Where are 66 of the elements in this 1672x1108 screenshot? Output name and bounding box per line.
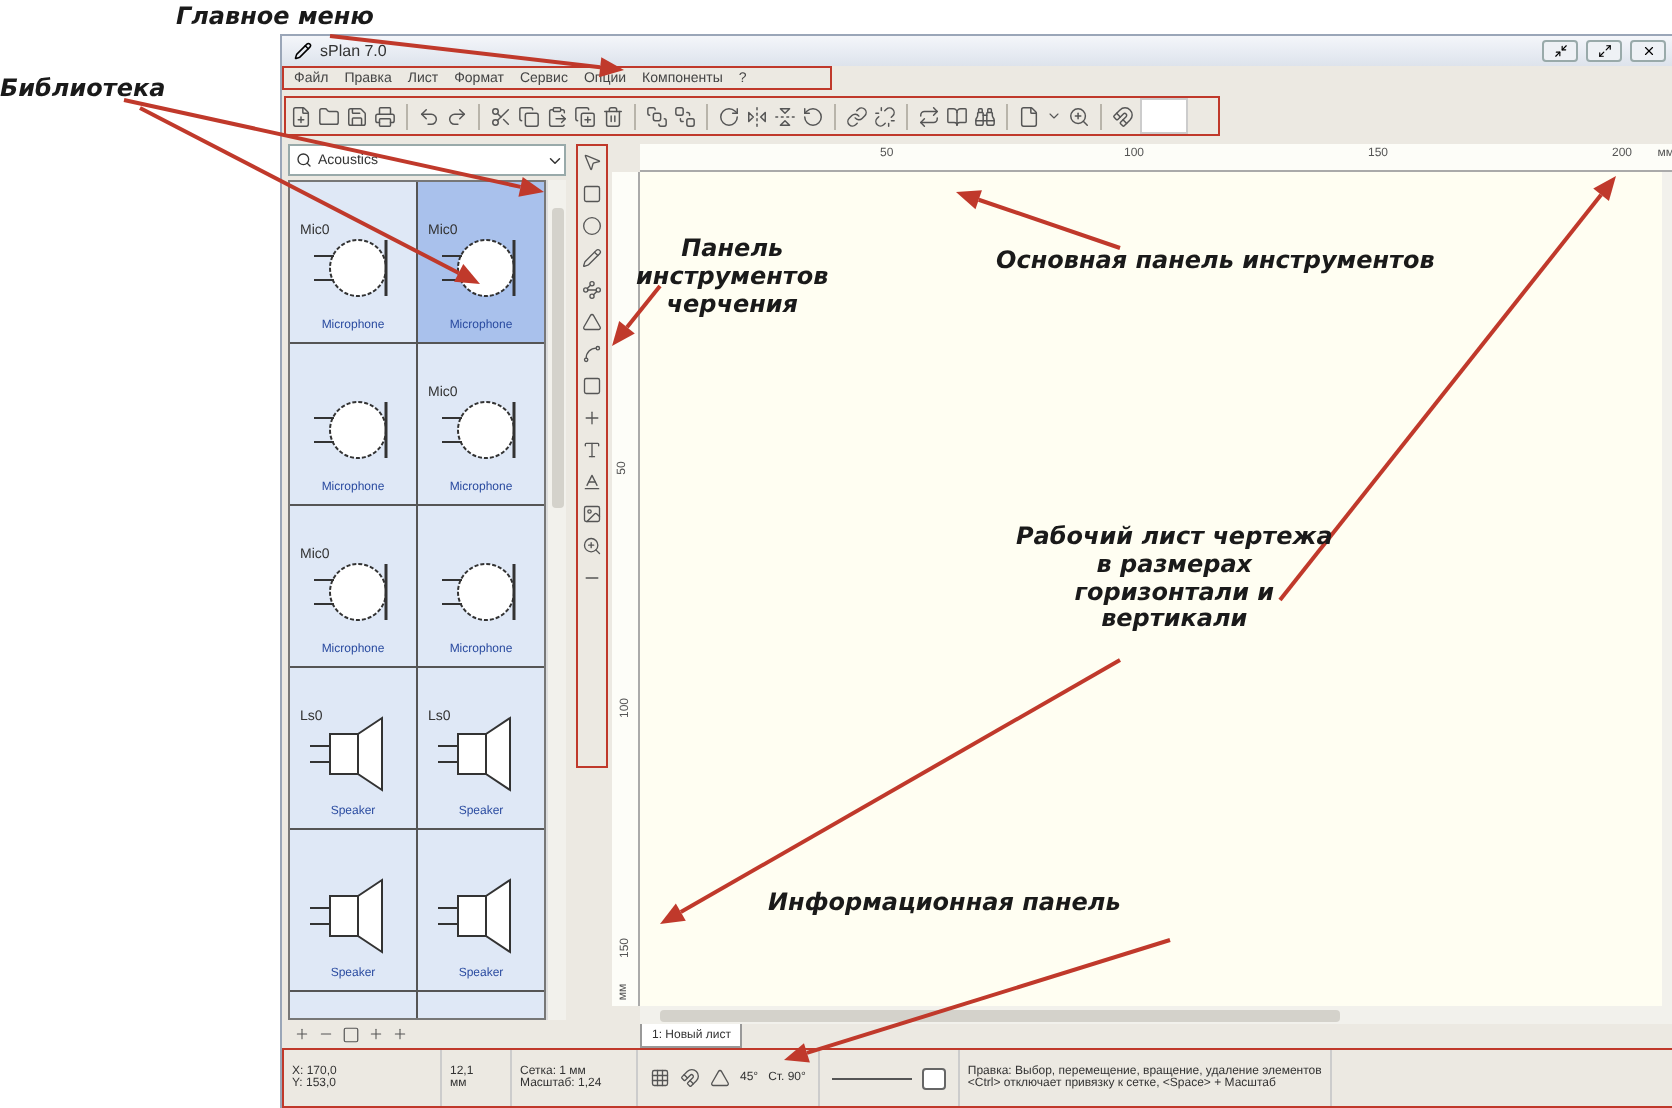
rectangle-icon[interactable]	[582, 184, 602, 204]
maximize-button[interactable]	[1586, 40, 1622, 62]
close-icon	[1641, 44, 1655, 58]
grid-icon[interactable]	[650, 1068, 670, 1088]
triangle-icon[interactable]	[582, 312, 602, 332]
flip-horizontal-icon[interactable]	[746, 105, 768, 127]
minimize-button[interactable]	[1542, 40, 1578, 62]
annotation-text: Основная панель инструментов	[996, 248, 1435, 276]
rotate-icon[interactable]	[718, 105, 740, 127]
fill-swatch[interactable]	[921, 1067, 946, 1089]
repeat-icon[interactable]	[918, 105, 940, 127]
drawing-sheet[interactable]	[640, 172, 1662, 1006]
curve-icon[interactable]	[582, 344, 602, 364]
square-icon[interactable]	[342, 1025, 360, 1043]
cross-icon[interactable]	[582, 408, 602, 428]
bring-to-front-icon[interactable]	[646, 105, 668, 127]
new-file-icon[interactable]	[290, 105, 312, 127]
scrollbar[interactable]	[640, 1006, 1672, 1024]
search-icon	[296, 152, 312, 168]
plus-icon[interactable]	[294, 1026, 310, 1042]
unlink-icon[interactable]	[874, 105, 896, 127]
rotate-back-icon[interactable]	[802, 105, 824, 127]
angle-icon[interactable]	[710, 1068, 730, 1088]
copy-icon[interactable]	[518, 105, 540, 127]
scrollbar[interactable]	[546, 180, 566, 1020]
redo-icon[interactable]	[446, 105, 468, 127]
link-icon[interactable]	[846, 105, 868, 127]
minimize-icon	[1553, 44, 1567, 58]
book-icon[interactable]	[946, 105, 968, 127]
flip-vertical-icon[interactable]	[774, 105, 796, 127]
send-to-back-icon[interactable]	[674, 105, 696, 127]
printer-icon[interactable]	[374, 105, 396, 127]
ellipse-icon[interactable]	[582, 216, 602, 236]
trash-icon[interactable]	[602, 105, 624, 127]
pointer-icon[interactable]	[582, 152, 602, 172]
zoom-icon[interactable]	[582, 536, 602, 556]
polyline-icon[interactable]	[582, 280, 602, 300]
page-icon[interactable]	[1018, 105, 1040, 127]
window-title: sPlan 7.0	[320, 42, 389, 60]
save-icon[interactable]	[346, 105, 368, 127]
annotation-text: Рабочий лист чертежа в размерах горизонтали и вертикали	[1016, 524, 1333, 635]
magnet-icon[interactable]	[1112, 105, 1134, 127]
image-icon[interactable]	[582, 504, 602, 524]
pencil-icon[interactable]	[582, 248, 602, 268]
plus-icon[interactable]	[368, 1026, 384, 1042]
folder-icon[interactable]	[318, 105, 340, 127]
annotation-text: Главное меню	[176, 4, 374, 32]
annotation-text: Библиотека	[0, 76, 166, 104]
plus-icon[interactable]	[392, 1026, 408, 1042]
annotation-text: Панель инструментов черчения	[636, 236, 829, 319]
text-baseline-icon[interactable]	[582, 472, 602, 492]
undo-icon[interactable]	[418, 105, 440, 127]
maximize-icon	[1597, 44, 1611, 58]
color-swatch[interactable]	[1140, 98, 1188, 134]
magnet-icon[interactable]	[680, 1068, 700, 1088]
text-icon[interactable]	[582, 440, 602, 460]
frame-icon[interactable]	[582, 376, 602, 396]
zoom-icon[interactable]	[1068, 105, 1090, 127]
duplicate-icon[interactable]	[574, 105, 596, 127]
pencil-icon	[294, 42, 312, 60]
scissors-icon[interactable]	[490, 105, 512, 127]
line-style-sample[interactable]	[831, 1077, 912, 1079]
paste-icon[interactable]	[546, 105, 568, 127]
binoculars-icon[interactable]	[974, 105, 996, 127]
caret-icon[interactable]	[1046, 108, 1062, 124]
annotation-text: Информационная панель	[768, 890, 1121, 918]
